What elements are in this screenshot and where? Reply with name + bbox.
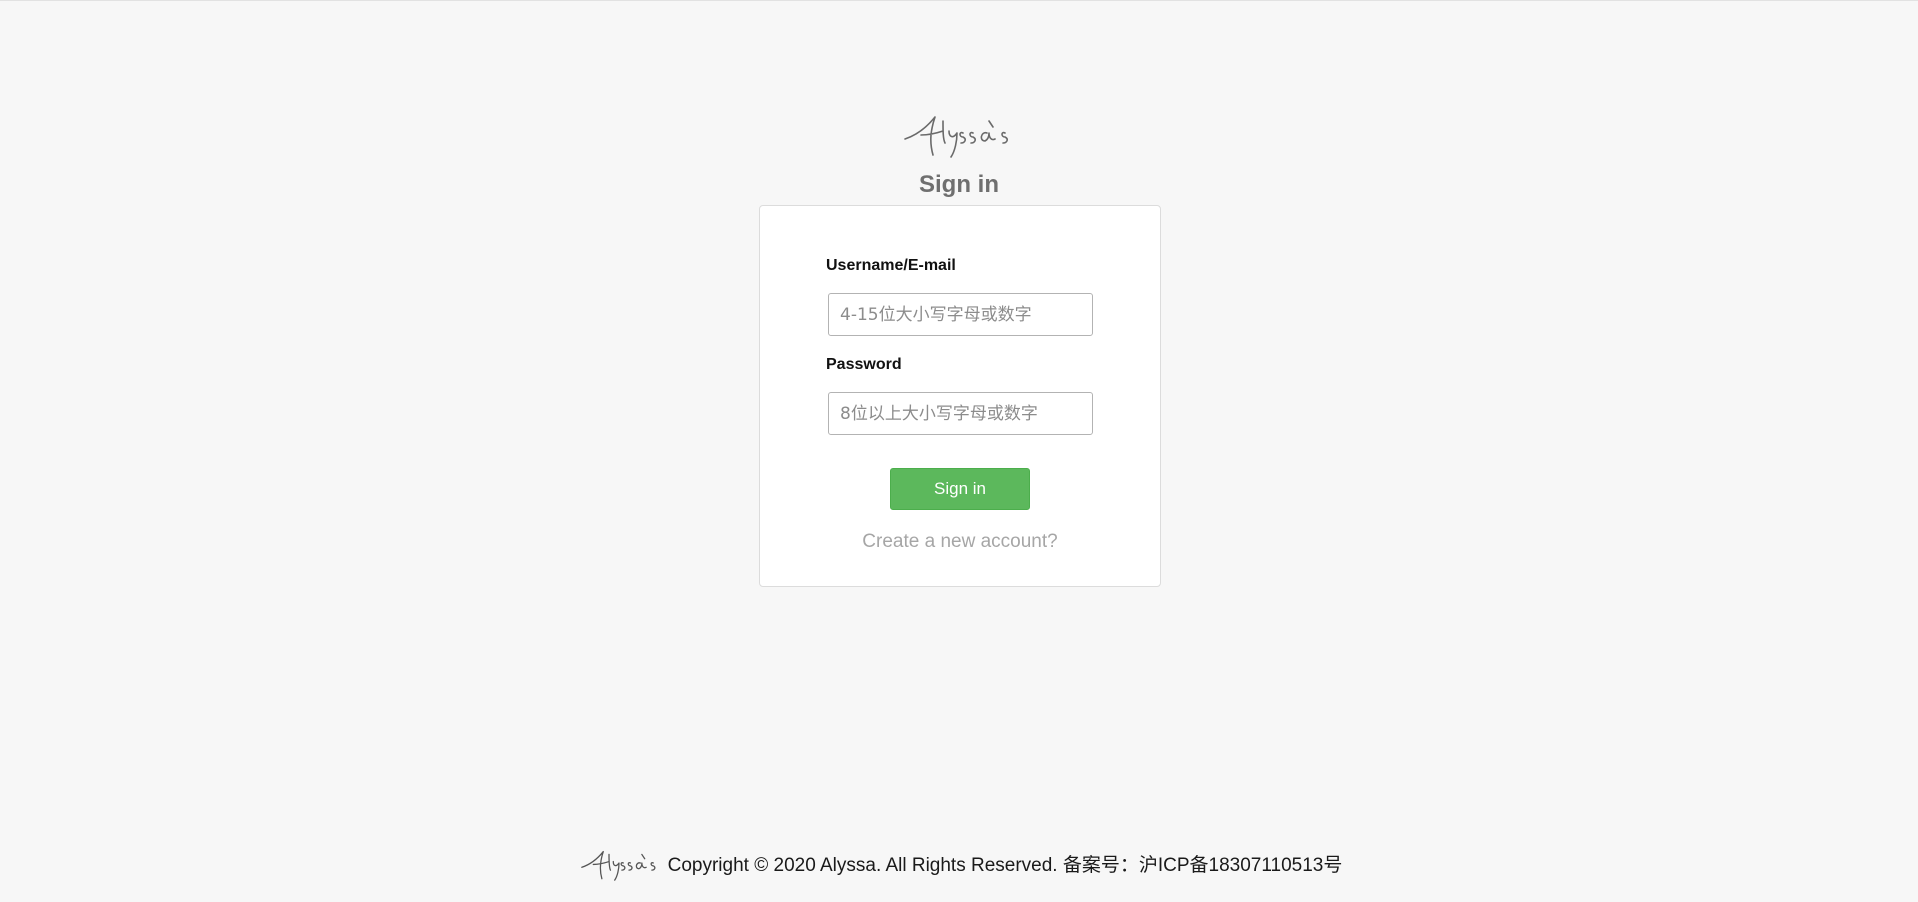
footer: Copyright © 2020 Alyssa. All Rights Rese… — [0, 843, 1918, 883]
page-title: Sign in — [919, 171, 999, 198]
brand-logo — [904, 116, 1008, 158]
footer-logo — [580, 850, 656, 881]
password-input[interactable] — [828, 392, 1093, 435]
create-account-link[interactable]: Create a new account? — [760, 531, 1160, 553]
sign-in-button[interactable]: Sign in — [890, 468, 1030, 510]
password-label: Password — [826, 356, 902, 373]
sign-in-card: Username/E-mail Password Sign in Create … — [759, 205, 1161, 587]
username-label: Username/E-mail — [826, 257, 956, 274]
copyright-text: Copyright © 2020 Alyssa. All Rights Rese… — [667, 854, 1343, 876]
sign-in-page: Sign in Username/E-mail Password Sign in… — [0, 0, 1918, 902]
username-input[interactable] — [828, 293, 1093, 336]
